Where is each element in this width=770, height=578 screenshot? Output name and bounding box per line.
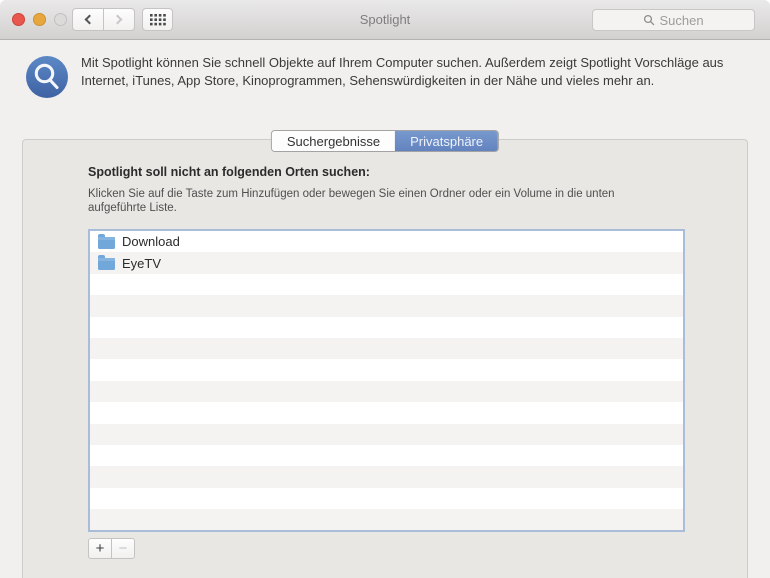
minimize-button[interactable] (33, 13, 46, 26)
list-row (90, 295, 683, 317)
list-row[interactable]: Download (90, 231, 683, 252)
tab-bar: Suchergebnisse Privatsphäre (270, 130, 500, 152)
chevron-right-icon (112, 14, 123, 25)
show-all-grid-icon (149, 13, 166, 25)
remove-location-button: − (111, 538, 135, 559)
tab-suchergebnisse[interactable]: Suchergebnisse (271, 131, 396, 151)
list-row (90, 317, 683, 338)
list-row (90, 402, 683, 423)
folder-icon (98, 255, 115, 271)
list-item-label: Download (122, 234, 180, 250)
intro-section: Mit Spotlight können Sie schnell Objekte… (0, 40, 770, 98)
traffic-lights (12, 13, 67, 26)
list-row (90, 337, 683, 360)
chevron-left-icon (84, 14, 95, 25)
close-button[interactable] (12, 13, 25, 26)
search-input[interactable]: Suchen (592, 9, 755, 31)
list-row (90, 359, 683, 380)
list-row (90, 509, 683, 530)
folder-icon (98, 233, 115, 249)
list-row (90, 488, 683, 509)
forward-button (103, 8, 135, 31)
intro-text: Mit Spotlight können Sie schnell Objekte… (81, 55, 724, 88)
fullscreen-button (54, 13, 67, 26)
list-row (90, 274, 683, 295)
privacy-description: Klicken Sie auf die Taste zum Hinzufügen… (88, 188, 615, 214)
titlebar: Spotlight Suchen (0, 0, 770, 40)
list-actions: + − (88, 538, 135, 559)
list-item-label: EyeTV (122, 255, 162, 271)
search-icon (644, 14, 655, 26)
privacy-heading: Spotlight soll nicht an folgenden Orten … (88, 165, 370, 179)
show-all-button[interactable] (142, 8, 173, 31)
spotlight-preferences-window: Spotlight Suchen Mit Spotlight können Si… (0, 0, 770, 578)
list-row (90, 445, 683, 466)
list-row (90, 466, 683, 488)
list-row[interactable]: EyeTV (90, 252, 683, 274)
list-row (90, 423, 683, 445)
back-button[interactable] (72, 8, 104, 31)
privacy-panel: Spotlight soll nicht an folgenden Orten … (22, 139, 748, 578)
spotlight-icon (26, 56, 68, 98)
tab-privatsphaere[interactable]: Privatsphäre (395, 131, 499, 151)
list-row (90, 380, 683, 403)
add-location-button[interactable]: + (88, 538, 112, 559)
nav-buttons (72, 8, 135, 31)
search-placeholder: Suchen (659, 12, 704, 28)
privacy-list[interactable]: Download EyeTV (88, 229, 685, 532)
